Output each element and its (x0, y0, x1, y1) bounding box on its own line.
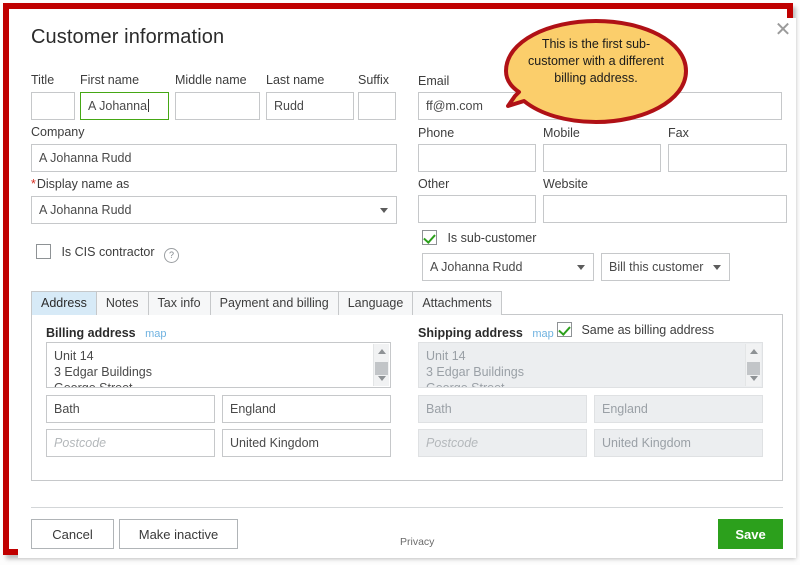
mobile-label: Mobile (543, 126, 580, 140)
sub-customer-checkbox[interactable] (422, 230, 437, 245)
fax-label: Fax (668, 126, 689, 140)
same-as-billing-checkbox[interactable] (557, 322, 572, 337)
last-name-input[interactable]: Rudd (266, 92, 354, 120)
screenshot-root: ✕ Customer information Title First name … (0, 0, 800, 565)
suffix-label: Suffix (358, 73, 390, 87)
shipping-county-input: England (594, 395, 763, 423)
mobile-input[interactable] (543, 144, 661, 172)
company-input[interactable]: A Johanna Rudd (31, 144, 397, 172)
display-name-label: *Display name as (31, 177, 129, 191)
title-field-label: Title (31, 73, 55, 87)
scrollbar-thumb[interactable] (375, 362, 388, 375)
footer-divider (31, 507, 783, 508)
same-as-billing-row[interactable]: Same as billing address (557, 321, 714, 339)
required-marker: * (31, 177, 36, 191)
display-name-label-text: Display name as (36, 177, 130, 191)
shipping-street-textarea: Unit 14 3 Edgar Buildings George Street (418, 342, 763, 388)
billing-address-heading-row: Billing address map (46, 324, 166, 342)
tab-bar: Address Notes Tax info Payment and billi… (31, 291, 502, 315)
tab-tax-info[interactable]: Tax info (147, 291, 211, 315)
tab-address[interactable]: Address (31, 291, 97, 315)
other-input[interactable] (418, 195, 536, 223)
first-name-value: A Johanna (88, 99, 148, 113)
phone-input[interactable] (418, 144, 536, 172)
shipping-street-value: Unit 14 3 Edgar Buildings George Street (426, 349, 524, 388)
callout-text: This is the first sub-customer with a di… (528, 37, 664, 85)
display-name-select[interactable]: A Johanna Rudd (31, 196, 397, 224)
parent-customer-select[interactable]: A Johanna Rudd (422, 253, 594, 281)
website-label: Website (543, 177, 588, 191)
shipping-country-input: United Kingdom (594, 429, 763, 457)
scroll-up-icon[interactable] (749, 349, 758, 354)
middle-name-input[interactable] (175, 92, 260, 120)
title-input[interactable] (31, 92, 75, 120)
shipping-address-heading-row: Shipping address map (418, 324, 554, 342)
middle-name-label: Middle name (175, 73, 247, 87)
cis-contractor-row[interactable]: Is CIS contractor ? (36, 243, 179, 263)
page-title: Customer information (31, 26, 225, 48)
billing-country-input[interactable]: United Kingdom (222, 429, 391, 457)
tab-language[interactable]: Language (337, 291, 414, 315)
annotation-callout: This is the first sub-customer with a di… (503, 18, 689, 126)
shipping-city-input: Bath (418, 395, 587, 423)
billing-option-value: Bill this customer (609, 260, 704, 274)
billing-map-link[interactable]: map (145, 328, 166, 340)
close-icon[interactable]: ✕ (773, 19, 793, 40)
shipping-map-link[interactable]: map (532, 328, 553, 340)
sub-customer-label: Is sub-customer (447, 231, 537, 245)
shipping-postcode-input: Postcode (418, 429, 587, 457)
first-name-input[interactable]: A Johanna (80, 92, 169, 120)
billing-option-select[interactable]: Bill this customer (601, 253, 730, 281)
make-inactive-button[interactable]: Make inactive (119, 519, 238, 549)
help-icon[interactable]: ? (164, 248, 179, 263)
tab-attachments[interactable]: Attachments (412, 291, 502, 315)
website-input[interactable] (543, 195, 787, 223)
text-cursor (148, 99, 150, 112)
tab-payment-and-billing[interactable]: Payment and billing (209, 291, 339, 315)
scroll-down-icon[interactable] (749, 376, 758, 381)
email-label: Email (418, 74, 450, 88)
shipping-street-scrollbar[interactable] (745, 344, 761, 386)
scroll-down-icon[interactable] (377, 376, 386, 381)
shipping-address-heading: Shipping address (418, 326, 523, 340)
chevron-down-icon (713, 265, 721, 270)
billing-street-scrollbar[interactable] (373, 344, 389, 386)
scroll-up-icon[interactable] (377, 349, 386, 354)
billing-city-input[interactable]: Bath (46, 395, 215, 423)
cis-contractor-label: Is CIS contractor (61, 245, 155, 259)
sub-customer-row[interactable]: Is sub-customer (422, 229, 536, 247)
save-button[interactable]: Save (718, 519, 783, 549)
display-name-value: A Johanna Rudd (39, 203, 132, 217)
billing-postcode-input[interactable]: Postcode (46, 429, 215, 457)
billing-address-heading: Billing address (46, 326, 136, 340)
chevron-down-icon (380, 208, 388, 213)
cis-contractor-checkbox[interactable] (36, 244, 51, 259)
privacy-link[interactable]: Privacy (400, 536, 434, 548)
tab-notes[interactable]: Notes (95, 291, 149, 315)
suffix-input[interactable] (358, 92, 396, 120)
scrollbar-thumb[interactable] (747, 362, 760, 375)
last-name-label: Last name (266, 73, 325, 87)
billing-street-textarea[interactable]: Unit 14 3 Edgar Buildings George Street (46, 342, 391, 388)
phone-label: Phone (418, 126, 455, 140)
billing-county-input[interactable]: England (222, 395, 391, 423)
same-as-billing-label: Same as billing address (581, 323, 715, 337)
chevron-down-icon (577, 265, 585, 270)
parent-customer-value: A Johanna Rudd (430, 260, 523, 274)
cancel-button[interactable]: Cancel (31, 519, 114, 549)
fax-input[interactable] (668, 144, 787, 172)
other-label: Other (418, 177, 450, 191)
address-tab-panel: Billing address map Unit 14 3 Edgar Buil… (31, 314, 783, 481)
first-name-label: First name (80, 73, 140, 87)
billing-street-value: Unit 14 3 Edgar Buildings George Street (54, 349, 152, 388)
company-label: Company (31, 125, 85, 139)
